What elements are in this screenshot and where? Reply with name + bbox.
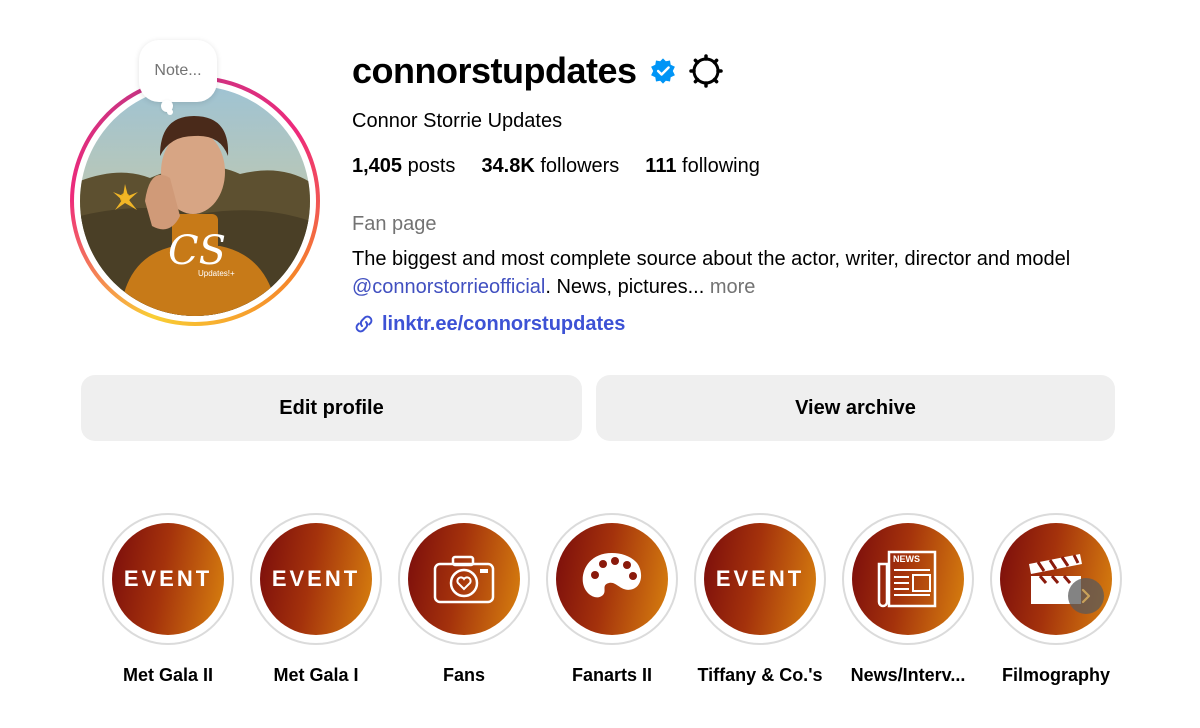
- highlight-cover: [556, 523, 668, 635]
- svg-text:CS: CS: [168, 228, 226, 274]
- username-row: connorstupdates: [352, 50, 723, 92]
- highlight-label: Tiffany & Co.'s: [697, 665, 823, 685]
- bio-text: The biggest and most complete source abo…: [352, 248, 1071, 270]
- highlight-ring: EVENT: [694, 513, 826, 645]
- newspaper-icon: NEWS: [877, 550, 937, 608]
- highlight-tiffany[interactable]: EVENT Tiffany & Co.'s: [694, 513, 826, 686]
- posts-count: 1,405: [352, 155, 403, 177]
- svg-text:NEWS: NEWS: [893, 554, 920, 564]
- profile-avatar[interactable]: CS Updates!+: [70, 76, 320, 326]
- link-text: linktr.ee/connorstupdates: [382, 312, 626, 335]
- link-icon: [355, 315, 373, 333]
- highlight-label: Fanarts II: [571, 665, 653, 685]
- bio-text-end: . News, pictures...: [545, 276, 710, 298]
- highlight-fans[interactable]: Fans: [398, 513, 530, 686]
- highlights-next-button[interactable]: [1068, 578, 1104, 614]
- avatar-photo: CS Updates!+: [80, 86, 310, 316]
- highlight-cover: [408, 523, 520, 635]
- followers-count: 34.8K: [481, 155, 535, 177]
- highlight-label: Met Gala II: [122, 665, 214, 685]
- posts-stat: 1,405 posts: [352, 155, 455, 178]
- highlight-cover: EVENT: [260, 523, 372, 635]
- username: connorstupdates: [352, 50, 637, 91]
- view-archive-button[interactable]: View archive: [596, 375, 1115, 441]
- note-bubble[interactable]: Note...: [139, 40, 217, 102]
- highlight-fanarts-ii[interactable]: Fanarts II: [546, 513, 678, 686]
- highlight-ring: [990, 513, 1122, 645]
- profile-bio: The biggest and most complete source abo…: [352, 245, 1112, 301]
- event-cover-text: EVENT: [271, 566, 361, 591]
- palette-icon: [582, 553, 642, 598]
- chevron-right-icon: [1081, 588, 1091, 604]
- note-bubble-tail-small: [167, 109, 173, 115]
- bio-mention-link[interactable]: @connorstorrieofficial: [352, 276, 545, 298]
- following-stat[interactable]: 111 following: [645, 155, 760, 178]
- highlight-ring: NEWS: [842, 513, 974, 645]
- highlight-label: News/Interv...: [850, 665, 966, 685]
- highlight-ring: EVENT: [250, 513, 382, 645]
- highlight-cover: EVENT: [112, 523, 224, 635]
- note-placeholder: Note...: [154, 62, 202, 79]
- highlight-cover: EVENT: [704, 523, 816, 635]
- followers-label: followers: [540, 155, 620, 177]
- avatar-image: CS Updates!+: [80, 86, 310, 316]
- highlight-news-interviews[interactable]: NEWS News/Interv...: [842, 513, 974, 686]
- story-highlights: EVENT Met Gala II EVENT Met Gala I Fans: [102, 513, 1122, 703]
- posts-label: posts: [407, 155, 456, 177]
- highlight-label: Met Gala I: [273, 665, 359, 685]
- highlight-met-gala-ii[interactable]: EVENT Met Gala II: [102, 513, 234, 686]
- highlight-met-gala-i[interactable]: EVENT Met Gala I: [250, 513, 382, 686]
- highlight-ring: [546, 513, 678, 645]
- edit-profile-button[interactable]: Edit profile: [81, 375, 582, 441]
- highlight-label: Filmography: [1001, 665, 1110, 685]
- settings-gear-icon[interactable]: [688, 54, 723, 88]
- following-label: following: [682, 155, 760, 177]
- svg-text:Updates!+: Updates!+: [198, 269, 235, 278]
- profile-external-link[interactable]: linktr.ee/connorstupdates: [352, 312, 625, 336]
- highlight-cover: NEWS: [852, 523, 964, 635]
- following-count: 111: [645, 155, 677, 177]
- bio-more-button[interactable]: more: [710, 276, 756, 298]
- highlight-cover: [1000, 523, 1112, 635]
- profile-stats: 1,405 posts 34.8K followers 111 followin…: [352, 155, 760, 178]
- camera-heart-icon: [433, 555, 495, 604]
- followers-stat[interactable]: 34.8K followers: [481, 155, 619, 178]
- profile-category: Fan page: [352, 213, 437, 235]
- highlight-ring: EVENT: [102, 513, 234, 645]
- verified-badge-icon: [649, 57, 677, 85]
- profile-full-name: Connor Storrie Updates: [352, 110, 563, 132]
- highlight-label: Fans: [442, 665, 485, 685]
- event-cover-text: EVENT: [123, 566, 213, 591]
- highlight-ring: [398, 513, 530, 645]
- event-cover-text: EVENT: [715, 566, 805, 591]
